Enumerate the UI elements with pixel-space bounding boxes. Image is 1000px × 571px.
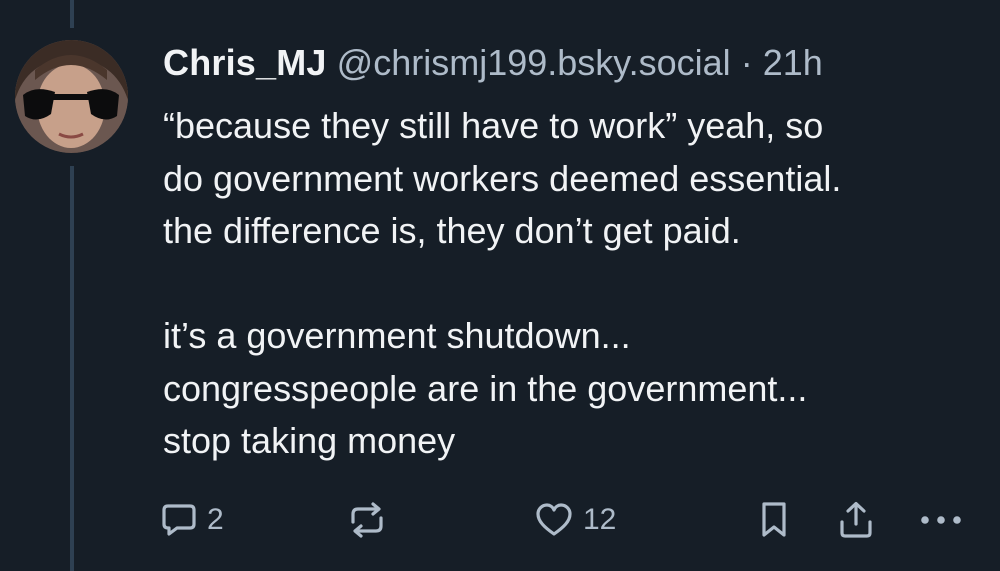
post-text-line: the difference is, they don’t get paid. <box>163 210 741 251</box>
header-separator: · <box>740 42 753 83</box>
bookmark-button[interactable] <box>756 496 792 544</box>
thread-line-top <box>70 0 74 28</box>
avatar-image <box>15 40 128 153</box>
avatar[interactable] <box>15 40 128 153</box>
timestamp[interactable]: 21h <box>763 42 823 83</box>
post-header: Chris_MJ @chrismj199.bsky.social · 21h <box>163 40 823 86</box>
post-text-line: it’s a government shutdown... <box>163 315 631 356</box>
ellipsis-icon <box>921 516 961 524</box>
post-actions: 2 12 <box>0 496 1000 544</box>
reply-count: 2 <box>207 503 224 536</box>
share-button[interactable] <box>836 496 876 544</box>
bookmark-icon <box>762 502 786 537</box>
post-text-line: do government workers deemed essential. <box>163 157 842 199</box>
repost-arrows-icon <box>351 502 383 538</box>
post-text-line: stop taking money <box>163 420 456 461</box>
post-text-line: congresspeople are in the government... <box>163 367 808 409</box>
post-text: “because they still have to work” yeah, … <box>163 100 983 468</box>
like-count: 12 <box>583 503 617 536</box>
like-button[interactable]: 12 <box>534 496 616 544</box>
user-handle[interactable]: @chrismj199.bsky.social <box>337 42 731 83</box>
share-upload-icon <box>840 501 872 538</box>
more-options-button[interactable] <box>916 496 966 544</box>
post-text-line: “because they still have to work” yeah, … <box>163 105 824 146</box>
heart-outline-icon <box>536 503 572 536</box>
reply-button[interactable]: 2 <box>160 496 224 544</box>
display-name[interactable]: Chris_MJ <box>163 42 327 83</box>
speech-bubble-icon <box>162 504 196 536</box>
repost-button[interactable] <box>344 496 390 544</box>
